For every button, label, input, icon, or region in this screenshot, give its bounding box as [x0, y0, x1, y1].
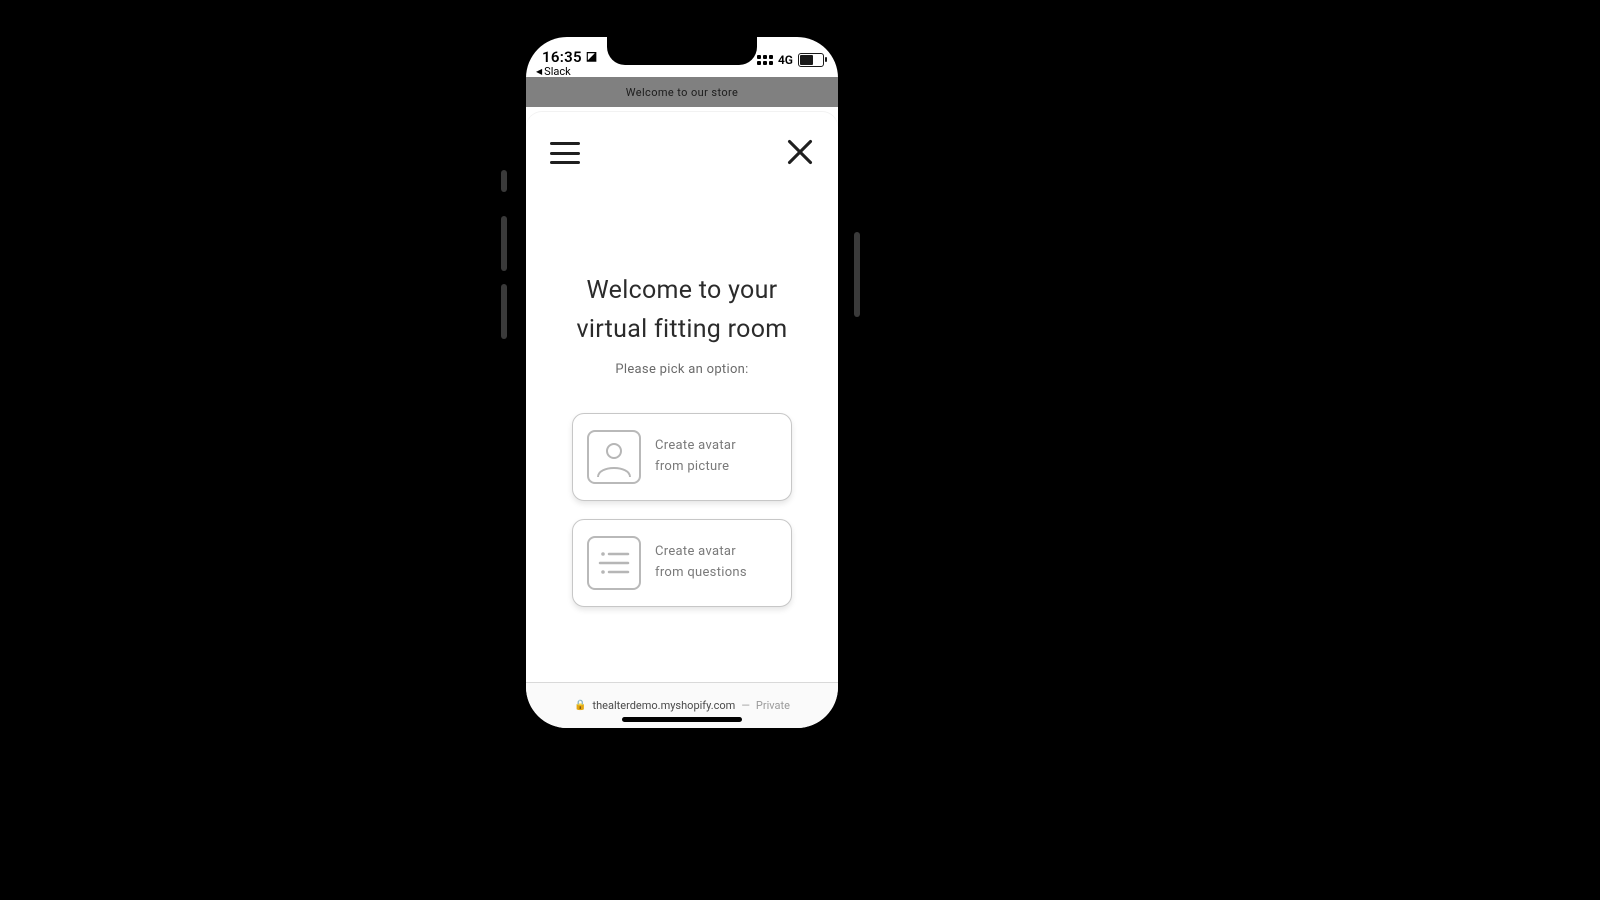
option-from-questions[interactable]: Create avatar from questions [572, 519, 792, 607]
sheet-subtitle: Please pick an option: [550, 362, 814, 377]
modal-sheet: Welcome to your virtual fitting room Ple… [526, 112, 838, 683]
device-side-button [854, 232, 860, 317]
option-label-line: from questions [655, 563, 747, 583]
close-button[interactable] [786, 138, 814, 166]
device-side-button [501, 216, 507, 271]
browser-separator: — [741, 699, 750, 712]
browser-url: thealterdemo.myshopify.com [593, 699, 736, 712]
network-label: 4G [778, 53, 793, 67]
battery-icon [798, 53, 824, 67]
avatar-picture-icon [587, 430, 641, 484]
device-side-button [501, 284, 507, 339]
back-app-label: Slack [544, 65, 571, 78]
option-from-picture[interactable]: Create avatar from picture [572, 413, 792, 501]
device-side-button [501, 170, 507, 192]
back-caret-icon: ◀ [536, 67, 542, 76]
status-glyph-icon: ◪ [586, 49, 598, 63]
browser-mode: Private [756, 699, 790, 712]
phone-frame: 16:35 ◪ 4G ◀ Slack Welcome to our store [523, 34, 841, 731]
back-to-app[interactable]: ◀ Slack [536, 65, 571, 78]
hamburger-icon [550, 142, 580, 145]
option-label-line: Create avatar [655, 542, 747, 562]
store-banner: Welcome to our store [526, 77, 838, 107]
avatar-questions-icon [587, 536, 641, 590]
store-banner-text: Welcome to our store [626, 86, 739, 99]
device-notch [607, 37, 757, 65]
lock-icon: 🔒 [574, 700, 586, 711]
sheet-header [526, 112, 838, 184]
home-indicator[interactable] [622, 717, 742, 722]
option-list: Create avatar from picture [550, 413, 814, 607]
sheet-title: Welcome to your virtual fitting room [550, 272, 814, 350]
signal-icon [757, 55, 773, 65]
close-icon [786, 138, 814, 166]
status-time: 16:35 [542, 48, 582, 66]
hamburger-icon [550, 161, 580, 164]
option-label-line: from picture [655, 457, 736, 477]
option-label-line: Create avatar [655, 436, 736, 456]
menu-button[interactable] [550, 142, 580, 164]
phone-screen: 16:35 ◪ 4G ◀ Slack Welcome to our store [526, 37, 838, 728]
hamburger-icon [550, 152, 580, 155]
